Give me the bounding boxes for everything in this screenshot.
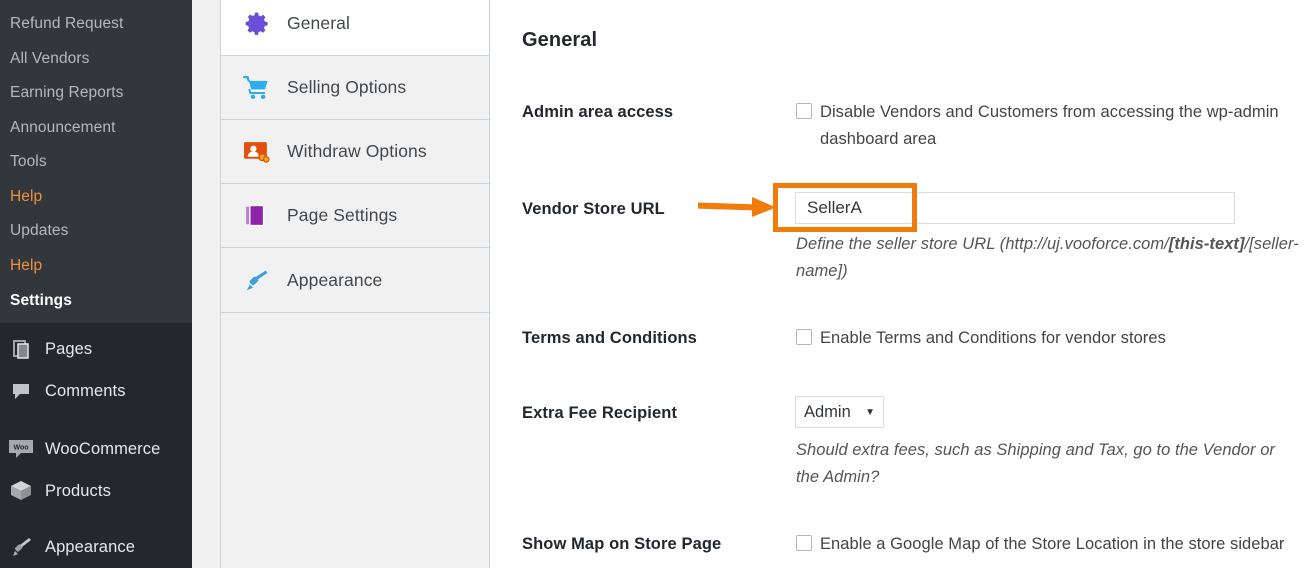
field-label-admin-area-access: Admin area access <box>522 103 674 121</box>
woocommerce-badge-text: Woo <box>13 445 28 452</box>
checkbox-enable-google-map[interactable] <box>796 535 812 551</box>
chevron-down-icon: ▼ <box>865 406 875 418</box>
sidebar-item-all-vendors[interactable]: All Vendors <box>0 42 192 76</box>
field-admin-area-access: Disable Vendors and Customers from acces… <box>796 99 1296 153</box>
sidebar-item-label: Help <box>10 257 43 274</box>
field-label-vendor-store-url: Vendor Store URL <box>522 200 665 218</box>
shopping-cart-icon <box>241 73 271 103</box>
tab-selling-options[interactable]: Selling Options <box>221 56 489 120</box>
checkbox-row-terms-and-conditions[interactable]: Enable Terms and Conditions for vendor s… <box>796 325 1296 352</box>
settings-nav-filler <box>221 313 489 568</box>
sidebar-item-label: Earning Reports <box>10 84 124 101</box>
tab-page-settings[interactable]: Page Settings <box>221 184 489 248</box>
field-label-terms-and-conditions: Terms and Conditions <box>522 329 697 347</box>
field-terms-and-conditions: Enable Terms and Conditions for vendor s… <box>796 325 1296 352</box>
sidebar-item-pages[interactable]: Pages <box>0 328 192 370</box>
pages-stack-icon <box>241 201 271 231</box>
sidebar-item-label: Refund Request <box>10 15 124 32</box>
paint-brush-icon <box>241 265 271 295</box>
tab-label: Selling Options <box>287 77 407 97</box>
sidebar-item-woocommerce[interactable]: Woo WooCommerce <box>0 428 192 470</box>
sidebar-item-appearance[interactable]: Appearance <box>0 526 192 568</box>
sidebar-item-help-1[interactable]: Help <box>0 180 192 214</box>
sidebar-item-label: Announcement <box>10 119 116 136</box>
sidebar-item-label: All Vendors <box>10 50 90 67</box>
extra-fee-recipient-select[interactable]: Admin ▼ <box>795 396 884 428</box>
sidebar-item-label: Comments <box>45 381 126 400</box>
sidebar-item-label: Help <box>10 188 43 205</box>
comments-icon <box>6 378 36 404</box>
vendor-store-url-input[interactable] <box>795 192 1235 224</box>
wp-admin-sidebar: Refund Request All Vendors Earning Repor… <box>0 0 192 568</box>
extra-fee-recipient-description: Should extra fees, such as Shipping and … <box>796 441 1275 486</box>
tab-general[interactable]: General <box>221 0 489 56</box>
tab-label: Withdraw Options <box>287 141 427 161</box>
sidebar-item-label: Settings <box>10 292 72 309</box>
checkbox-row-admin-area-access[interactable]: Disable Vendors and Customers from acces… <box>796 99 1296 153</box>
sidebar-item-label: WooCommerce <box>45 439 161 458</box>
sidebar-item-products[interactable]: Products <box>0 470 192 512</box>
pages-icon <box>6 336 36 362</box>
select-value: Admin <box>804 402 851 421</box>
sidebar-item-label: Updates <box>10 222 69 239</box>
settings-nav-panel: General Selling Options Withdraw Options… <box>220 0 490 568</box>
tab-label: Page Settings <box>287 205 398 225</box>
settings-content: General Admin area access Disable Vendor… <box>491 0 1316 568</box>
description-bold: [this-text] <box>1168 235 1245 253</box>
sidebar-item-settings[interactable]: Settings <box>0 284 192 318</box>
field-extra-fee-recipient-description: Should extra fees, such as Shipping and … <box>796 437 1296 491</box>
gear-icon <box>241 9 271 39</box>
checkbox-label: Disable Vendors and Customers from acces… <box>820 103 1279 148</box>
withdraw-user-icon <box>241 137 271 167</box>
sidebar-item-earning-reports[interactable]: Earning Reports <box>0 76 192 110</box>
tab-withdraw-options[interactable]: Withdraw Options <box>221 120 489 184</box>
products-box-icon <box>6 478 36 504</box>
tab-label: General <box>287 13 350 33</box>
sidebar-item-comments[interactable]: Comments <box>0 370 192 412</box>
field-vendor-store-url-description: Define the seller store URL (http://uj.v… <box>796 231 1308 285</box>
checkbox-label: Enable a Google Map of the Store Locatio… <box>820 535 1285 553</box>
sidebar-item-announcement[interactable]: Announcement <box>0 111 192 145</box>
vendor-store-url-description: Define the seller store URL (http://uj.v… <box>796 231 1308 285</box>
field-label-show-map-on-store-page: Show Map on Store Page <box>522 535 722 553</box>
sidebar-item-refund-request[interactable]: Refund Request <box>0 7 192 41</box>
sidebar-item-label: Products <box>45 481 111 500</box>
tab-label: Appearance <box>287 269 383 290</box>
page-title: General <box>522 29 598 51</box>
checkbox-label: Enable Terms and Conditions for vendor s… <box>820 329 1166 347</box>
sidebar-item-label: Tools <box>10 153 47 170</box>
checkbox-row-show-map[interactable]: Enable a Google Map of the Store Locatio… <box>796 531 1316 558</box>
dokan-settings-screen: Refund Request All Vendors Earning Repor… <box>0 0 1316 568</box>
field-show-map-on-store-page: Enable a Google Map of the Store Locatio… <box>796 531 1316 558</box>
appearance-brush-icon <box>6 534 36 560</box>
tab-appearance[interactable]: Appearance <box>221 248 489 313</box>
woocommerce-icon: Woo <box>6 436 36 462</box>
checkbox-disable-dashboard-access[interactable] <box>796 103 812 119</box>
sidebar-item-label: Appearance <box>45 537 135 556</box>
sidebar-content-gap <box>192 0 220 568</box>
sidebar-item-label: Pages <box>45 339 93 358</box>
sidebar-item-help-2[interactable]: Help <box>0 249 192 283</box>
checkbox-enable-terms[interactable] <box>796 329 812 345</box>
sidebar-item-tools[interactable]: Tools <box>0 145 192 179</box>
description-prefix: Define the seller store URL (http://uj.v… <box>796 235 1169 253</box>
field-label-extra-fee-recipient: Extra Fee Recipient <box>522 404 678 422</box>
sidebar-item-updates[interactable]: Updates <box>0 214 192 248</box>
